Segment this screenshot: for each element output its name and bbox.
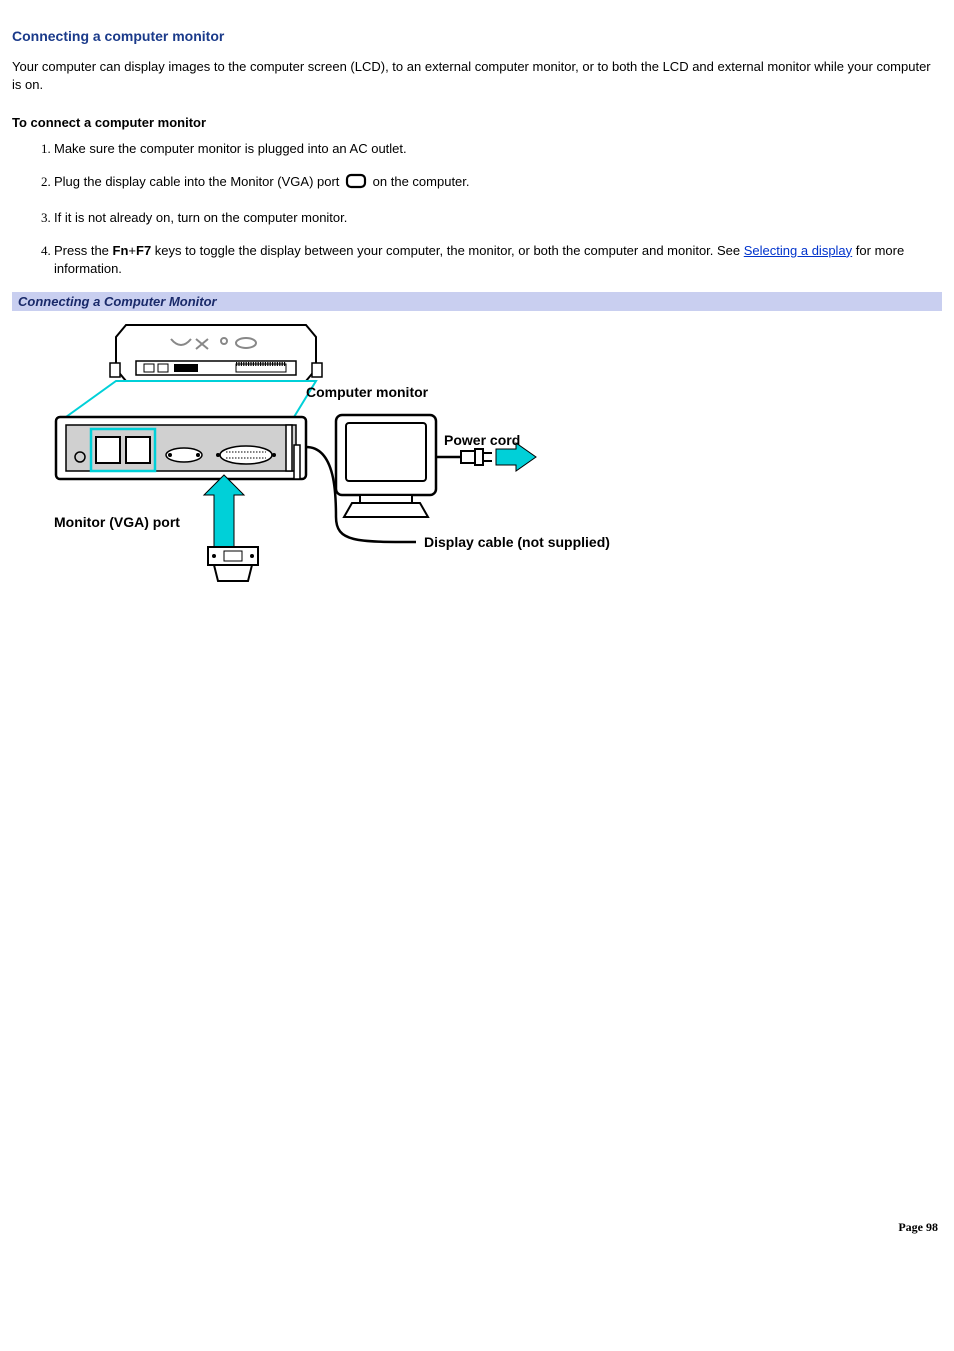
vga-port-icon <box>345 172 367 195</box>
step-2: Plug the display cable into the Monitor … <box>54 172 942 195</box>
step-3: If it is not already on, turn on the com… <box>54 209 942 227</box>
label-vga-port: Monitor (VGA) port <box>54 514 180 530</box>
key-fn: Fn <box>113 243 129 258</box>
step-4-text-b: keys to toggle the display between your … <box>151 243 744 258</box>
step-2-text-a: Plug the display cable into the Monitor … <box>54 174 343 189</box>
step-1: Make sure the computer monitor is plugge… <box>54 140 942 158</box>
vga-arrow-icon <box>204 475 244 557</box>
connection-diagram: Monitor (VGA) port Display cable (not su… <box>36 317 942 600</box>
key-f7: F7 <box>136 243 151 258</box>
section-heading: Connecting a computer monitor <box>12 28 942 44</box>
laptop-illustration <box>110 325 322 381</box>
page-number: Page 98 <box>12 1220 942 1235</box>
ports-panel-illustration <box>56 417 306 479</box>
step-4: Press the Fn+F7 keys to toggle the displ… <box>54 242 942 278</box>
crt-monitor-illustration <box>336 415 436 517</box>
label-power-cord: Power cord <box>444 432 520 448</box>
selecting-display-link[interactable]: Selecting a display <box>744 243 852 258</box>
label-computer-monitor: Computer monitor <box>306 384 429 400</box>
figure-caption: Connecting a Computer Monitor <box>12 292 942 311</box>
sub-heading: To connect a computer monitor <box>12 115 942 130</box>
step-4-text-a: Press the <box>54 243 113 258</box>
steps-list: Make sure the computer monitor is plugge… <box>12 140 942 278</box>
vga-connector-illustration <box>208 547 258 581</box>
step-2-text-b: on the computer. <box>373 174 470 189</box>
label-display-cable: Display cable (not supplied) <box>424 534 610 550</box>
intro-paragraph: Your computer can display images to the … <box>12 58 942 93</box>
plus-sign: + <box>128 243 136 258</box>
power-plug-illustration <box>461 449 492 465</box>
